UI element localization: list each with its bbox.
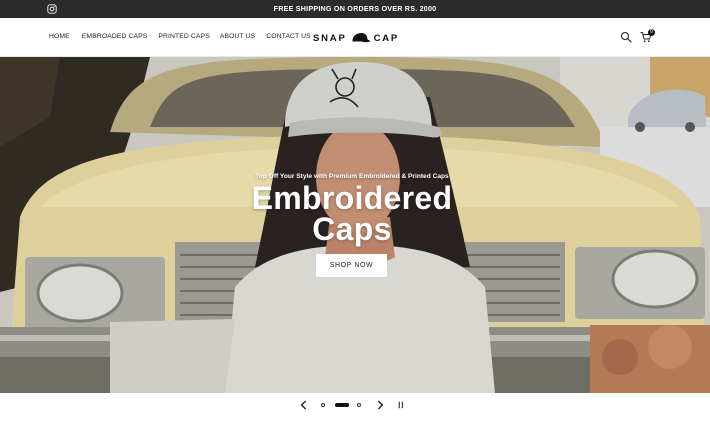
hero-subtitle: Top Off Your Style with Premium Embroide… bbox=[255, 173, 449, 180]
nav-contact-us[interactable]: CONTACT US bbox=[266, 33, 311, 40]
chevron-right-icon[interactable] bbox=[376, 400, 384, 410]
hero-title-line1: Embroidered bbox=[251, 180, 453, 216]
site-logo[interactable]: SNAP CAP bbox=[313, 29, 399, 47]
nav-printed-caps[interactable]: PRINTED CAPS bbox=[158, 33, 209, 40]
main-nav: HOME EMBROADED CAPS PRINTED CAPS ABOUT U… bbox=[49, 33, 311, 40]
pause-icon[interactable] bbox=[397, 400, 405, 410]
slider-controls bbox=[0, 393, 710, 426]
hero-title: Embroidered Caps bbox=[0, 180, 704, 247]
hero-title-line2: Caps bbox=[312, 211, 392, 247]
cart-count-badge: 0 bbox=[648, 29, 655, 36]
slide-dot-1[interactable] bbox=[321, 403, 325, 407]
nav-home[interactable]: HOME bbox=[49, 33, 70, 40]
search-icon[interactable] bbox=[620, 31, 632, 43]
logo-word-right: CAP bbox=[373, 32, 400, 44]
slide-dot-3[interactable] bbox=[357, 403, 361, 407]
nav-about-us[interactable]: ABOUT US bbox=[220, 33, 255, 40]
cap-logo-icon bbox=[352, 33, 371, 43]
chevron-left-icon[interactable] bbox=[300, 400, 308, 410]
nav-embroaded-caps[interactable]: EMBROADED CAPS bbox=[82, 33, 148, 40]
shop-now-button[interactable]: SHOP NOW bbox=[316, 254, 387, 277]
announcement-bar: FREE SHIPPING ON ORDERS OVER RS. 2000 bbox=[0, 0, 710, 18]
site-header: HOME EMBROADED CAPS PRINTED CAPS ABOUT U… bbox=[0, 18, 710, 57]
announcement-text: FREE SHIPPING ON ORDERS OVER RS. 2000 bbox=[273, 4, 437, 13]
hero-slideshow: Top Off Your Style with Premium Embroide… bbox=[0, 57, 710, 393]
logo-word-left: SNAP bbox=[313, 32, 347, 44]
slide-dot-2-active[interactable] bbox=[335, 403, 349, 407]
